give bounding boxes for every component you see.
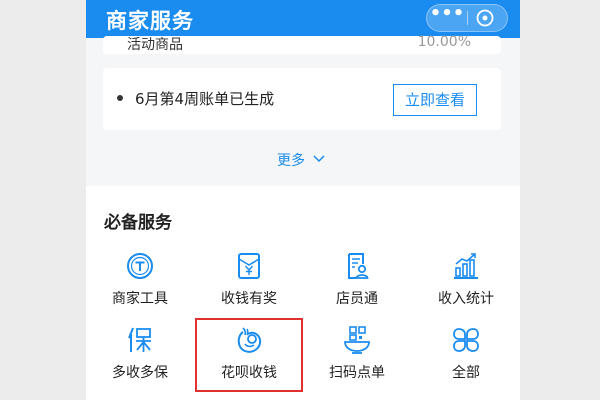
staff-card-icon <box>348 253 369 279</box>
view-now-button[interactable]: 立即查看 <box>393 84 477 116</box>
essential-services-panel: 必备服务 商家工具 收钱有奖 店员通 收入统计 多收多保 花呗收钱 扫码点单 全… <box>86 186 520 400</box>
service-income-stats[interactable]: 收入统计 <box>412 250 520 316</box>
qr-bowl-icon <box>344 326 370 354</box>
capsule-divider <box>467 11 468 25</box>
red-envelope-yuan-icon <box>238 253 260 279</box>
service-label: 扫码点单 <box>329 365 385 381</box>
top-bar: 商家服务 ••• <box>86 0 520 38</box>
service-label: 收钱有奖 <box>221 291 277 307</box>
service-payment-rewards[interactable]: 收钱有奖 <box>195 250 303 316</box>
coin-t-icon <box>127 253 153 279</box>
more-options-button[interactable]: ••• <box>427 5 467 31</box>
bar-chart-icon <box>454 253 478 279</box>
service-collect-more-protect-more[interactable]: 多收多保 <box>86 324 194 390</box>
service-label: 全部 <box>452 365 480 381</box>
section-title: 必备服务 <box>104 213 172 233</box>
bill-notice-card: 6月第4周账单已生成 立即查看 <box>103 68 501 130</box>
stats-card: 活动商品 10.00% <box>103 34 501 54</box>
highlight-box <box>195 318 303 392</box>
service-label: 店员通 <box>336 291 378 307</box>
left-background <box>0 0 86 400</box>
stats-label: 活动商品 <box>127 37 183 53</box>
service-label: 商家工具 <box>112 291 168 307</box>
bill-notice-text: 6月第4周账单已生成 <box>135 90 275 108</box>
mini-program-capsule: ••• <box>426 4 508 32</box>
shield-bao-icon <box>128 327 151 352</box>
close-target-icon[interactable] <box>475 8 495 28</box>
service-scan-to-order[interactable]: 扫码点单 <box>303 324 411 390</box>
service-all[interactable]: 全部 <box>412 324 520 390</box>
phone-screen: 商家服务 ••• 活动商品 10.00% 6月第4周账单已生成 立即查看 更多 … <box>86 0 520 400</box>
grid-petals-icon <box>453 328 479 352</box>
service-label: 收入统计 <box>438 291 494 307</box>
right-background <box>520 0 600 400</box>
more-link[interactable]: 更多 <box>277 150 305 170</box>
service-staff-pass[interactable]: 店员通 <box>303 250 411 316</box>
stats-value: 10.00% <box>417 34 471 50</box>
service-label: 多收多保 <box>112 365 168 381</box>
bullet-icon <box>117 95 123 101</box>
chevron-down-icon[interactable] <box>313 154 325 164</box>
page-title: 商家服务 <box>106 9 194 33</box>
service-merchant-tools[interactable]: 商家工具 <box>86 250 194 316</box>
